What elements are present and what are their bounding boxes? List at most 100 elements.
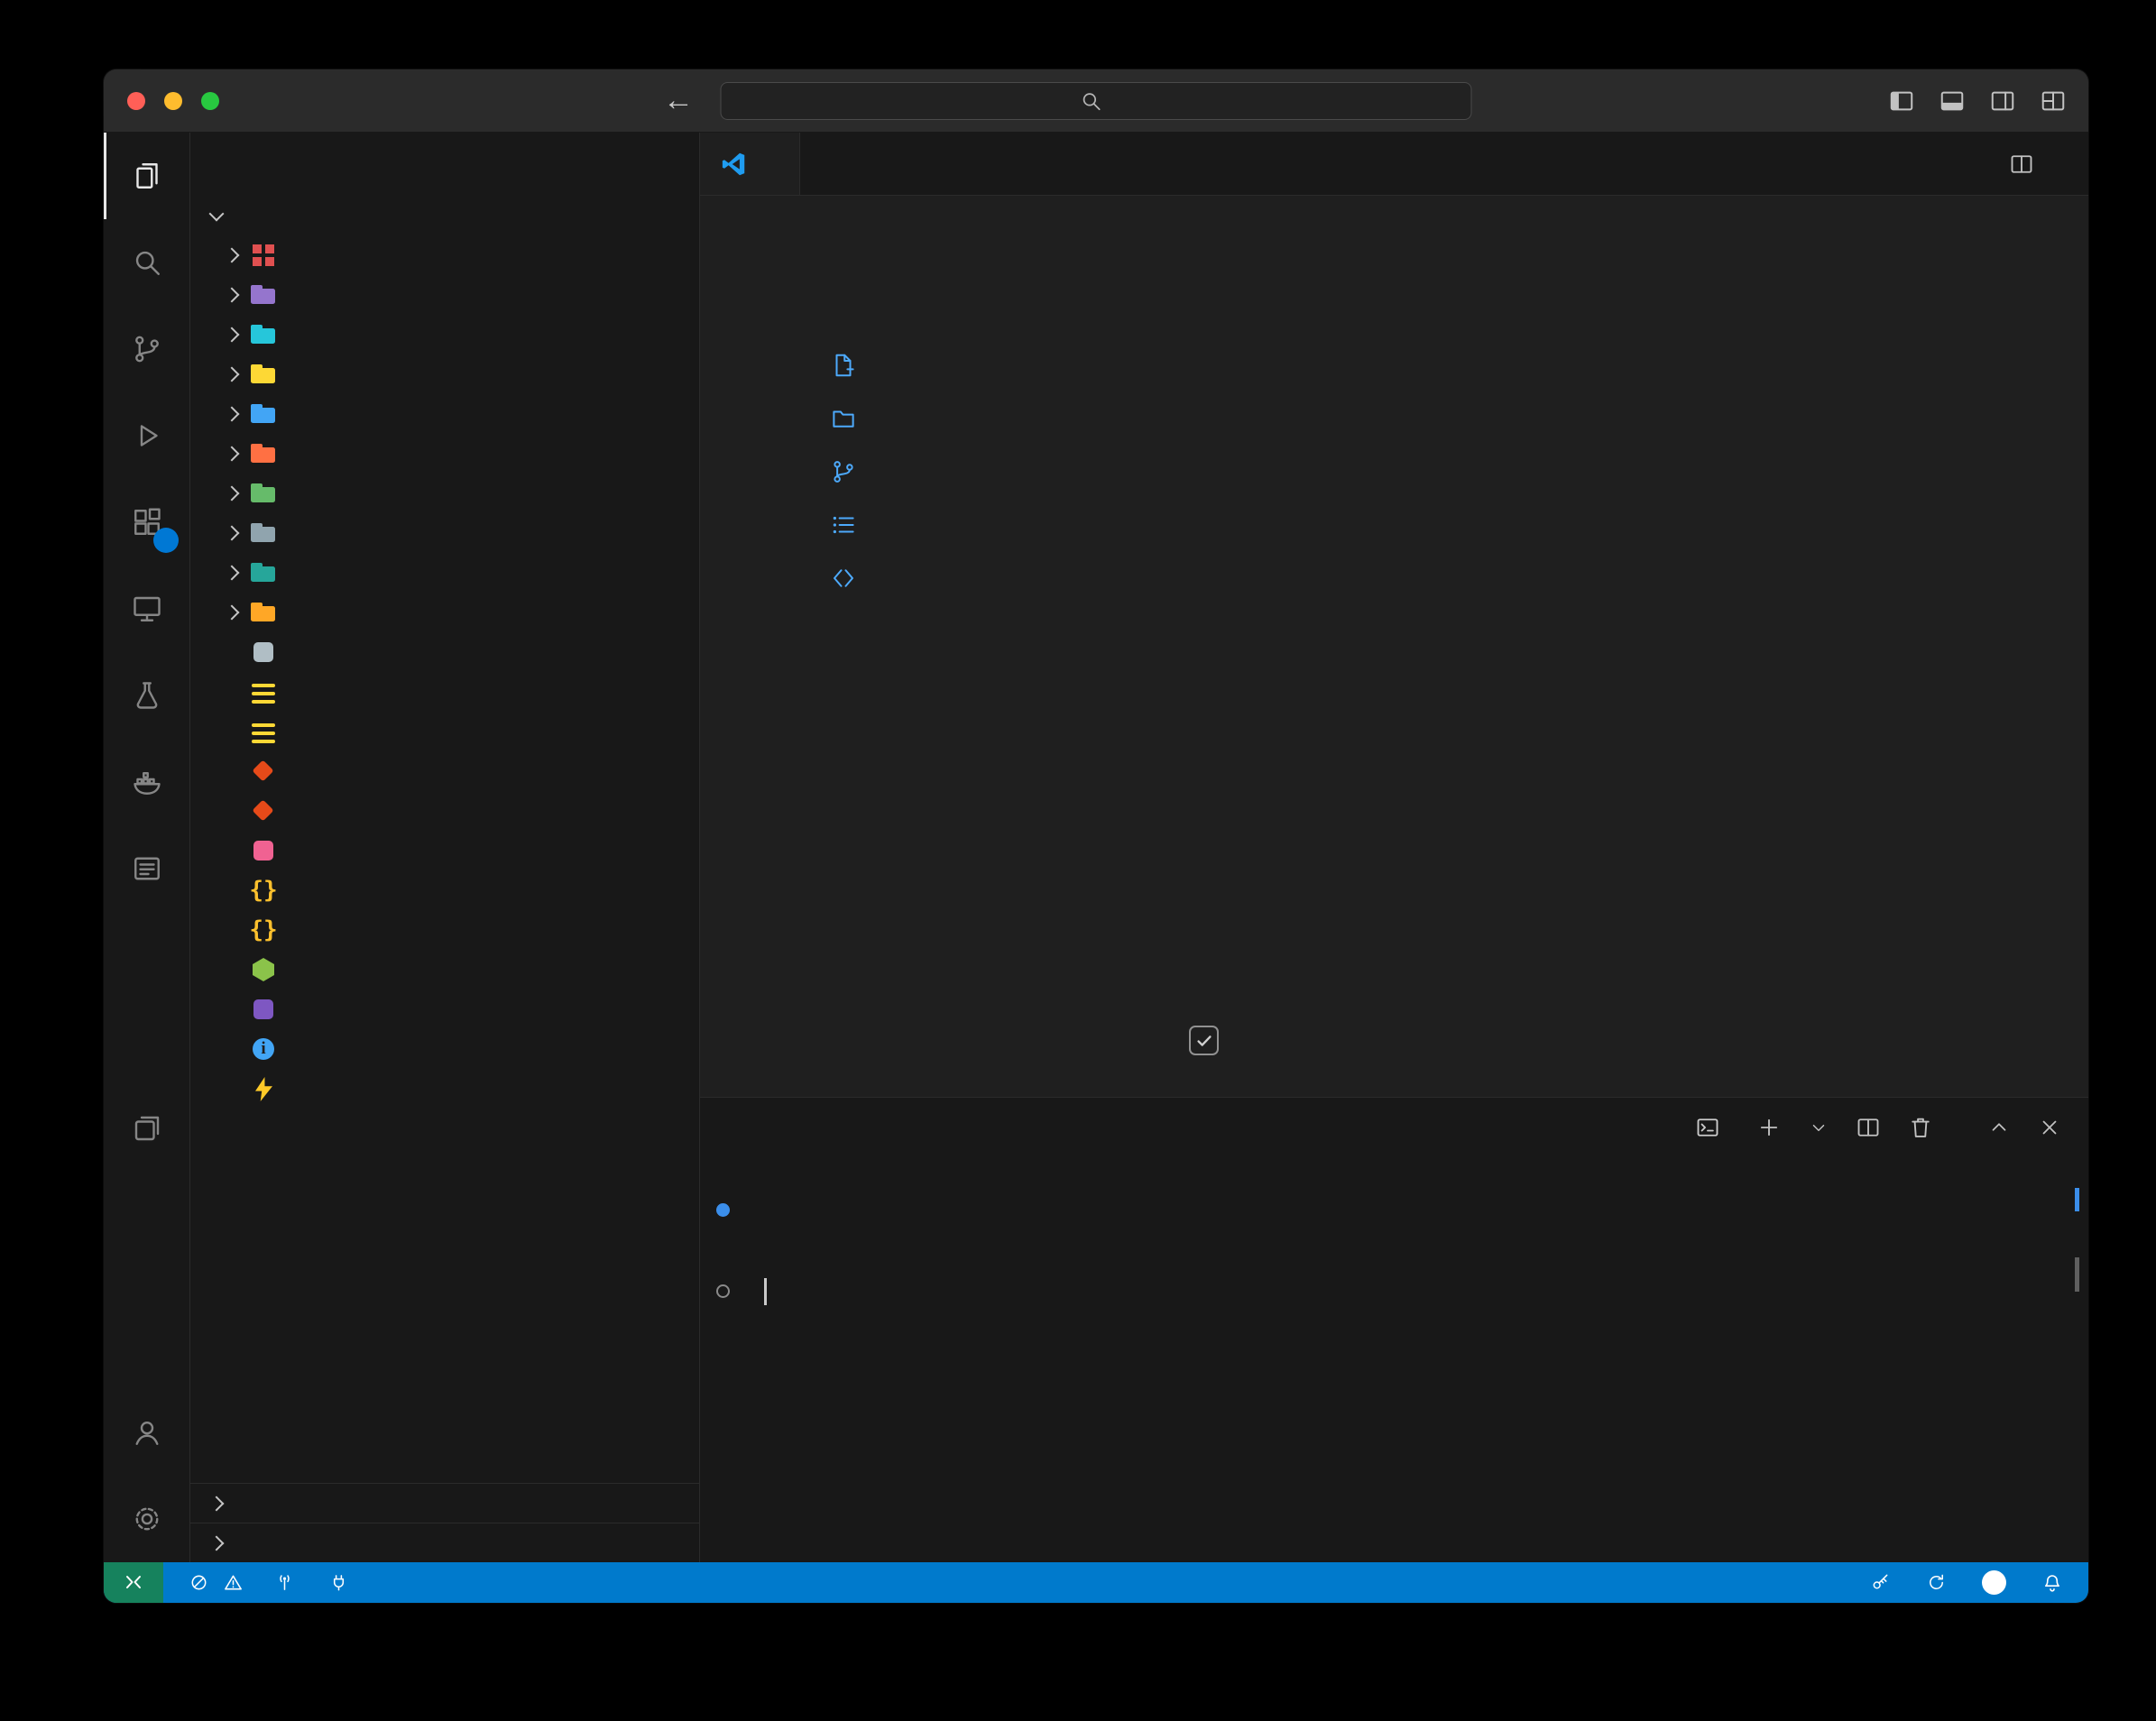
recent-item[interactable] [1433,376,1453,419]
activity-source-control[interactable] [104,306,189,392]
tree-item-composer-lock[interactable] [190,910,699,950]
spell-status[interactable] [1926,1572,1955,1593]
close-window-button[interactable] [127,92,145,110]
recent-item[interactable] [1433,679,1453,722]
close-panel-icon[interactable] [2038,1116,2061,1139]
tree-item-bootstrap[interactable] [190,275,699,315]
connect-status[interactable] [328,1572,357,1593]
artisan-file-icon [248,835,279,866]
env-file-icon [248,716,279,747]
zoom-window-button[interactable] [201,92,219,110]
walkthrough-link[interactable] [830,498,873,551]
sidebar-bottom-sections [190,1483,699,1562]
activity-search[interactable] [104,219,189,306]
recent-item[interactable] [1433,593,1453,636]
git-file-icon [248,796,279,826]
tree-item-env-example[interactable] [190,712,699,751]
shell-selector[interactable] [1695,1115,1729,1140]
activity-codeium[interactable] [104,912,189,999]
chevron-up-icon[interactable] [1987,1116,2011,1139]
tree-item-artisan[interactable] [190,831,699,870]
show-welcome-checkbox[interactable] [1189,1026,1219,1055]
tree-item-gitattributes[interactable] [190,751,699,791]
terminal-cursor [764,1278,767,1305]
tree-item-public[interactable] [190,394,699,434]
open-link[interactable] [830,391,873,445]
recent-item[interactable] [1433,333,1453,376]
tree-item-vendor[interactable] [190,593,699,632]
trash-icon[interactable] [1908,1115,1933,1140]
recent-more-link[interactable] [1433,766,1453,809]
tree-item-gitignore[interactable] [190,791,699,831]
recent-item[interactable] [1433,506,1453,549]
activity-docker[interactable] [104,739,189,825]
notifications-status[interactable] [2041,1572,2063,1594]
minimize-window-button[interactable] [164,92,182,110]
recent-item[interactable] [1433,549,1453,593]
chevron-right-icon [217,557,248,588]
tree-item-config[interactable] [190,315,699,354]
tree-item-app[interactable] [190,235,699,275]
split-editor-icon[interactable] [2009,152,2034,177]
problems-status[interactable] [189,1572,249,1593]
activity-devdb[interactable] [104,825,189,912]
tree-item-database[interactable] [190,354,699,394]
terminal-scrollbar-thumb[interactable] [2075,1257,2079,1292]
recent-item[interactable] [1433,636,1453,679]
toggle-panel-icon[interactable] [1939,87,1966,115]
tree-root[interactable] [190,196,699,235]
indent-spacer [217,835,248,866]
tree-item-storage[interactable] [190,513,699,553]
timeline-section[interactable] [190,1523,699,1562]
tree-item-phpunit[interactable] [190,989,699,1029]
toggle-primary-sidebar-icon[interactable] [1888,87,1915,115]
connect-to-link[interactable] [830,551,873,604]
activity-run-debug[interactable] [104,392,189,479]
remote-indicator[interactable] [104,1562,163,1603]
outline-section[interactable] [190,1483,699,1523]
command-success-marker [716,1203,730,1217]
customize-layout-icon[interactable] [2040,87,2067,115]
clone-repo-link[interactable] [830,445,873,498]
composer-file-icon [248,915,279,945]
new-terminal-icon[interactable] [1756,1115,1782,1140]
tree-item-editorconfig[interactable] [190,632,699,672]
tree-item-env[interactable] [190,672,699,712]
tree-item-package-json[interactable] [190,950,699,989]
activity-explorer[interactable] [104,133,189,219]
chevron-down-icon[interactable] [1809,1118,1829,1137]
tree-item-readme[interactable] [190,1029,699,1069]
activity-more[interactable] [104,1172,189,1258]
tree-item-composer-json[interactable] [190,870,699,910]
comate-status[interactable] [1982,1570,2014,1595]
account-icon [131,1416,163,1449]
activity-testing[interactable] [104,652,189,739]
go-back-button[interactable]: ← [663,83,694,118]
activity-windows[interactable] [104,1085,189,1172]
split-terminal-icon[interactable] [1856,1115,1881,1140]
recent-item[interactable] [1433,722,1453,766]
new-file-link[interactable] [830,338,873,391]
tree-item-routes[interactable] [190,474,699,513]
indent-spacer [217,796,248,826]
command-center-search[interactable] [721,82,1472,120]
toggle-secondary-sidebar-icon[interactable] [1989,87,2016,115]
codeium-status[interactable] [1870,1572,1899,1593]
tab-welcome[interactable] [700,133,800,195]
env-file-icon [248,676,279,707]
tree-item-tests[interactable] [190,553,699,593]
activity-settings[interactable] [104,1476,189,1562]
files-icon [131,160,163,192]
activity-extensions[interactable] [104,479,189,566]
recent-item[interactable] [1433,463,1453,506]
terminal-view[interactable] [700,1157,2088,1562]
activity-accounts[interactable] [104,1389,189,1476]
activity-remote-explorer[interactable] [104,566,189,652]
activity-snippets[interactable] [104,999,189,1085]
tree-item-vite-config[interactable] [190,1069,699,1109]
explorer-sidebar [190,133,700,1562]
ports-status[interactable] [274,1572,303,1593]
recent-item[interactable] [1433,419,1453,463]
terminal-scrollbar-mark[interactable] [2075,1188,2079,1211]
tree-item-resources[interactable] [190,434,699,474]
